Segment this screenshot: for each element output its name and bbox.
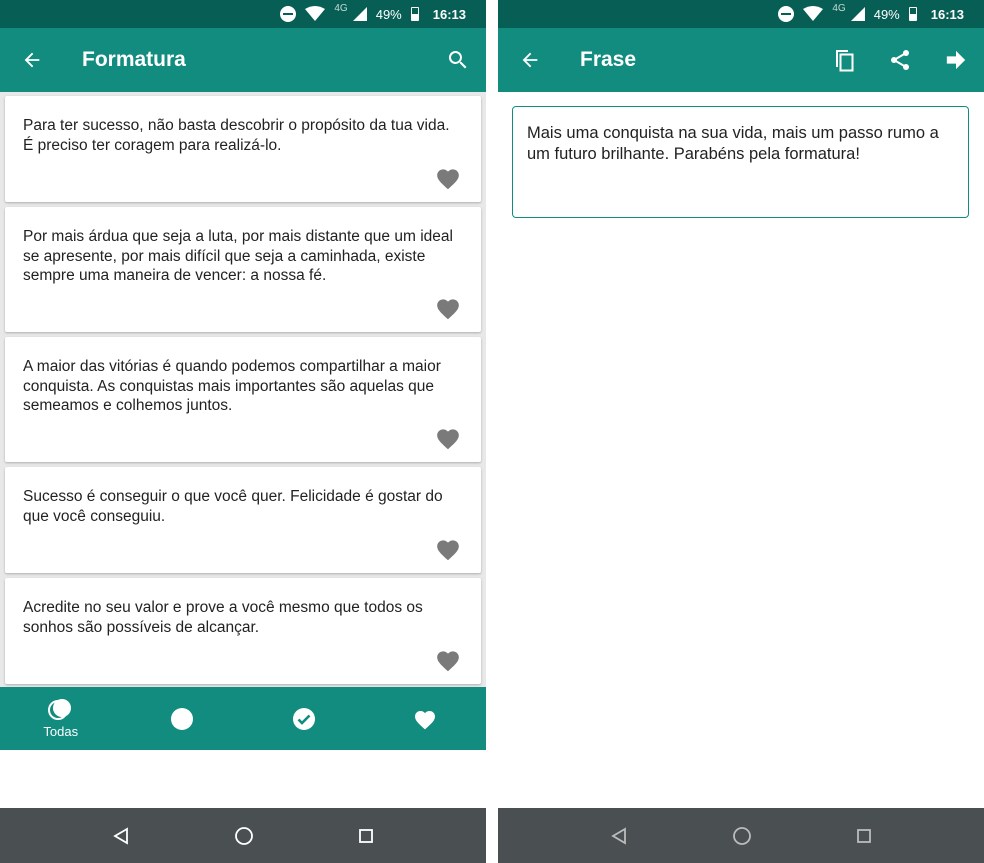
battery-percent: 49% xyxy=(873,6,900,22)
quote-card[interactable]: Por mais árdua que seja a luta, por mais… xyxy=(5,207,481,332)
circle-icon xyxy=(171,707,194,730)
heart-icon[interactable] xyxy=(435,426,461,450)
battery-icon xyxy=(908,7,917,21)
quote-card[interactable]: Para ter sucesso, não basta descobrir o … xyxy=(5,96,481,202)
quote-text: Para ter sucesso, não basta descobrir o … xyxy=(23,117,450,154)
app-bar: Frase xyxy=(498,28,984,92)
status-bar: 4G 49% 16:13 xyxy=(0,0,486,28)
check-circle-icon xyxy=(292,707,315,730)
quote-card[interactable]: Sucesso é conseguir o que você quer. Fel… xyxy=(5,467,481,573)
signal-icon xyxy=(352,7,367,21)
left-screen: 4G 49% 16:13 Formatura Para ter sucesso,… xyxy=(0,0,486,863)
search-button[interactable] xyxy=(430,28,486,92)
arrow-left-icon xyxy=(522,52,538,68)
heart-icon[interactable] xyxy=(435,648,461,672)
status-time: 16:13 xyxy=(930,6,964,22)
system-navigation-bar xyxy=(498,808,984,863)
page-title: Formatura xyxy=(82,48,186,71)
wifi-icon xyxy=(305,6,326,22)
arrow-left-icon xyxy=(24,52,40,68)
quote-card[interactable]: Acredite no seu valor e prove a você mes… xyxy=(5,578,481,684)
tab-all-label: Todas xyxy=(43,724,79,739)
right-screen: 4G 49% 16:13 Frase Mais uma conquista na… xyxy=(498,0,984,863)
search-icon xyxy=(448,51,467,69)
network-type: 4G xyxy=(832,3,846,14)
battery-icon xyxy=(410,7,419,21)
phrase-text-box[interactable]: Mais uma conquista na sua vida, mais um … xyxy=(512,106,969,218)
all-circles-icon xyxy=(47,699,71,720)
back-button[interactable] xyxy=(498,28,562,92)
quote-text: Por mais árdua que seja a luta, por mais… xyxy=(23,228,453,284)
share-icon xyxy=(891,50,909,70)
tab-unread[interactable] xyxy=(122,687,244,750)
status-bar: 4G 49% 16:13 xyxy=(498,0,984,28)
heart-icon[interactable] xyxy=(435,537,461,561)
system-back-icon[interactable] xyxy=(112,826,130,845)
app-bar: Formatura xyxy=(0,28,486,92)
network-type: 4G xyxy=(334,3,348,14)
copy-button[interactable] xyxy=(816,28,872,92)
status-time: 16:13 xyxy=(432,6,466,22)
heart-icon[interactable] xyxy=(435,166,461,190)
next-button[interactable] xyxy=(928,28,984,92)
tab-favorites[interactable] xyxy=(365,687,487,750)
back-button[interactable] xyxy=(0,28,64,92)
do-not-disturb-icon xyxy=(778,6,795,22)
share-button[interactable] xyxy=(872,28,928,92)
bottom-navigation: Todas xyxy=(0,687,486,750)
page-title: Frase xyxy=(580,48,637,71)
system-home-icon[interactable] xyxy=(732,826,752,846)
quote-text: A maior das vitórias é quando podemos co… xyxy=(23,358,441,414)
tab-read[interactable] xyxy=(243,687,365,750)
system-back-icon[interactable] xyxy=(610,826,628,845)
battery-percent: 49% xyxy=(375,6,402,22)
signal-icon xyxy=(850,7,865,21)
quote-text: Sucesso é conseguir o que você quer. Fel… xyxy=(23,488,443,525)
divider xyxy=(486,0,498,863)
arrow-right-icon xyxy=(946,50,966,70)
copy-icon xyxy=(836,50,854,72)
do-not-disturb-icon xyxy=(280,6,297,22)
quote-text: Acredite no seu valor e prove a você mes… xyxy=(23,599,423,636)
system-recents-icon[interactable] xyxy=(856,828,872,844)
quote-card[interactable]: A maior das vitórias é quando podemos co… xyxy=(5,337,481,462)
quote-list[interactable]: Para ter sucesso, não basta descobrir o … xyxy=(0,92,486,687)
system-home-icon[interactable] xyxy=(234,826,254,846)
heart-icon xyxy=(415,710,436,729)
wifi-icon xyxy=(803,6,824,22)
system-navigation-bar xyxy=(0,808,486,863)
heart-icon[interactable] xyxy=(435,296,461,320)
tab-all[interactable]: Todas xyxy=(0,687,122,750)
system-recents-icon[interactable] xyxy=(358,828,374,844)
